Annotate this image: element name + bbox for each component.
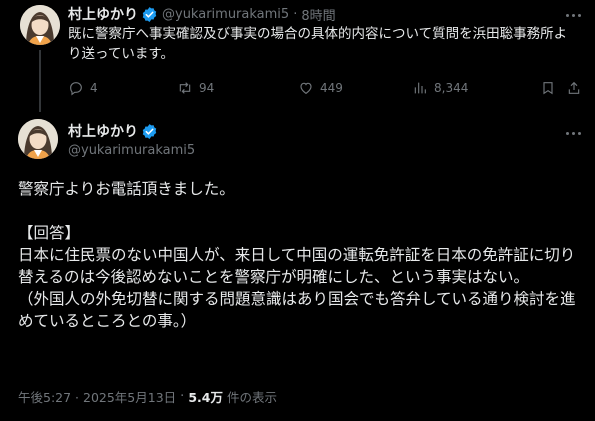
avatar-illustration-icon (20, 5, 60, 45)
post1-author-name[interactable]: 村上ゆかり (68, 4, 138, 24)
post2-paragraph: 警察庁よりお電話頂きました。 (18, 180, 235, 198)
post2-avatar[interactable] (18, 119, 58, 159)
reply-icon (70, 82, 82, 96)
post2-paragraph: （外国人の外免切替に関する問題意識はあり国会でも答弁している通り検討を進めている… (18, 290, 576, 330)
post1-more-button[interactable] (562, 6, 584, 24)
thread-connector-line (39, 50, 41, 112)
reply-count: 4 (90, 81, 98, 95)
post2-text: 警察庁よりお電話頂きました。 【回答】 日本に住民票のない中国人が、来日して中国… (18, 178, 583, 332)
post2-header: 村上ゆかり (68, 121, 158, 141)
post2-view-count: 5.4万 (188, 390, 223, 405)
post2-meta: 午後5:27 · 2025年5月13日 · 5.4万 件の表示 (18, 387, 277, 406)
post1-action-bar: 4 94 449 8,344 (68, 79, 580, 97)
bookmark-button[interactable] (540, 80, 562, 96)
like-button[interactable]: 449 (298, 80, 343, 96)
repost-icon (179, 82, 191, 94)
post2-paragraph: 日本に住民票のない中国人が、来日して中国の運転免許証を日本の免許証に切り替えるの… (18, 246, 576, 286)
repost-button[interactable]: 94 (177, 80, 214, 96)
verified-badge-icon (142, 123, 157, 139)
post1-header: 村上ゆかり @yukarimurakami5 · 8時間 (68, 4, 336, 24)
share-icon (568, 81, 580, 94)
like-count: 449 (320, 81, 343, 95)
repost-count: 94 (199, 81, 215, 95)
heart-icon (300, 82, 312, 94)
post2-view-label: 件の表示 (226, 390, 277, 405)
more-dots-icon (565, 13, 569, 17)
separator-dot: · (180, 389, 185, 404)
views-button[interactable]: 8,344 (412, 80, 468, 96)
more-dots-icon (565, 131, 569, 135)
post1-avatar[interactable] (20, 5, 60, 45)
view-count: 8,344 (434, 81, 469, 95)
post2-author-name[interactable]: 村上ゆかり (68, 121, 138, 141)
share-button[interactable] (566, 80, 588, 96)
post1-text: 既に警察庁へ事実確認及び事実の場合の具体的内容について質問を浜田聡事務所より送っ… (68, 26, 568, 62)
views-chart-icon (414, 82, 426, 94)
bookmark-icon (543, 82, 553, 95)
reply-button[interactable]: 4 (68, 80, 98, 96)
post2-timestamp[interactable]: 午後5:27 · 2025年5月13日 (18, 387, 176, 406)
avatar-illustration-icon (18, 119, 58, 159)
verified-badge-icon (142, 6, 157, 22)
post2-paragraph (18, 200, 583, 222)
separator-dot: · (293, 6, 298, 22)
post1-handle[interactable]: @yukarimurakami5 (162, 7, 289, 22)
post2-handle[interactable]: @yukarimurakami5 (68, 143, 195, 158)
post2-paragraph: 【回答】 (18, 224, 81, 242)
post2-more-button[interactable] (562, 124, 584, 142)
post1-time[interactable]: 8時間 (301, 5, 335, 24)
